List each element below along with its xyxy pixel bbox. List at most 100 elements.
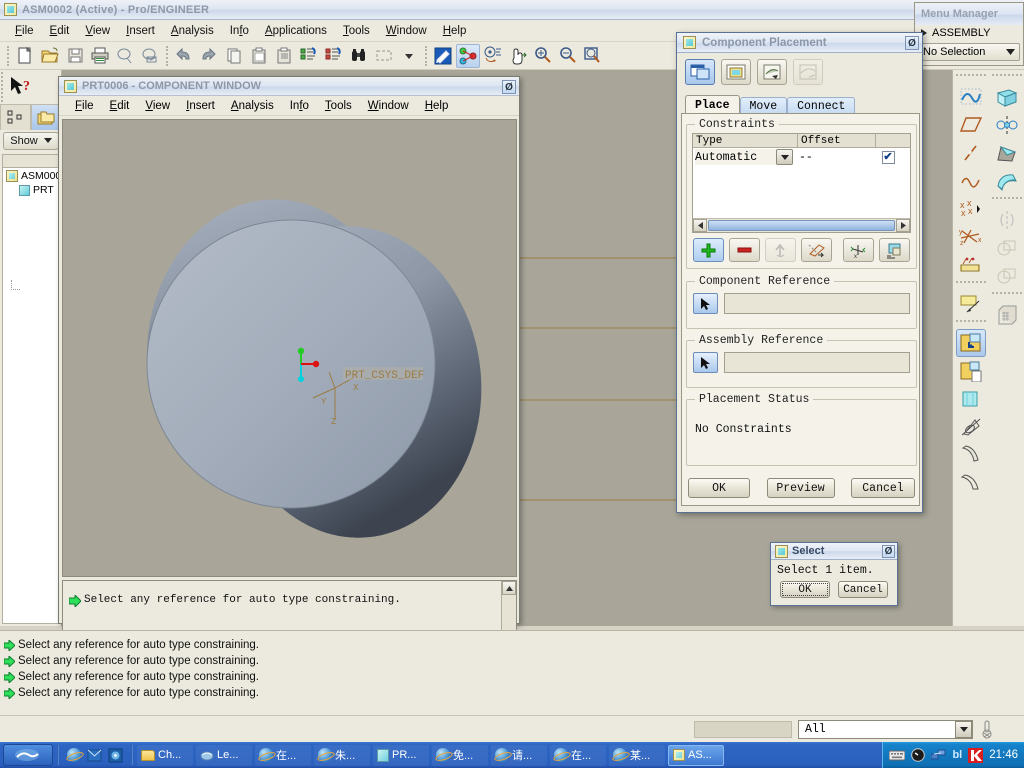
task-button[interactable]: 请... (491, 744, 547, 766)
datum-spline-button[interactable] (956, 167, 986, 195)
sidebar-item-model-tree[interactable] (0, 104, 31, 130)
task-button[interactable]: 在... (255, 744, 311, 766)
menu-insert[interactable]: Insert (118, 23, 163, 39)
revolve-button[interactable] (956, 413, 986, 441)
datum-plane-button[interactable] (956, 111, 986, 139)
datum-graph-button[interactable] (956, 251, 986, 279)
new-file-button[interactable] (13, 44, 37, 68)
datum-points-button[interactable]: xxxx (956, 195, 986, 223)
menu-manager-item-assembly[interactable]: ASSEMBLY (915, 25, 1023, 41)
cw-menu-help[interactable]: Help (417, 99, 457, 113)
toolbar-grip-2[interactable] (956, 281, 986, 288)
toolbar-grip-4[interactable] (992, 74, 1022, 81)
shell-button[interactable] (992, 83, 1022, 111)
sidebar-grip[interactable] (1, 72, 4, 102)
cw-menu-insert[interactable]: Insert (178, 99, 223, 113)
spin-center-button[interactable] (481, 44, 505, 68)
task-button[interactable]: 免... (432, 744, 488, 766)
regenerate-button[interactable] (297, 44, 321, 68)
menu-view[interactable]: View (77, 23, 118, 39)
blend-button[interactable] (956, 469, 986, 497)
task-button[interactable]: 某... (609, 744, 665, 766)
marquee-dropdown-button[interactable] (397, 44, 421, 68)
copy-button[interactable] (222, 44, 246, 68)
draft-button[interactable] (992, 139, 1022, 167)
toolbar-grip-5[interactable] (992, 197, 1022, 204)
menu-help[interactable]: Help (435, 23, 475, 39)
extrude-button[interactable] (956, 385, 986, 413)
sweep-button[interactable] (956, 441, 986, 469)
table-row[interactable]: Automatic -- ✔ (693, 148, 910, 166)
component-3d-view[interactable]: Y Z X PRT_CSYS_DEF (62, 119, 517, 577)
mail-attach-button[interactable] (138, 44, 162, 68)
mail-button[interactable] (113, 44, 137, 68)
show-button[interactable]: Show (3, 132, 59, 150)
grid-pattern-button[interactable] (992, 301, 1022, 329)
assembly-reference-field[interactable] (724, 352, 910, 373)
task-button[interactable]: 在... (550, 744, 606, 766)
repaint-button[interactable] (431, 44, 455, 68)
tree-item-assembly[interactable]: ASM000 (3, 168, 59, 182)
selection-filter-combo[interactable]: All (798, 719, 973, 739)
scroll-left-button[interactable] (693, 219, 707, 232)
pan-hand-button[interactable] (506, 44, 530, 68)
coord-sys-button[interactable]: x (843, 238, 874, 262)
datum-csys-button[interactable]: yz x (956, 223, 986, 251)
zoom-in-button[interactable] (531, 44, 555, 68)
round-clock-icon[interactable] (911, 748, 926, 762)
sketch-plane-button[interactable] (956, 290, 986, 318)
menu-file[interactable]: File (7, 23, 42, 39)
mirror-button[interactable] (992, 111, 1022, 139)
cw-menu-window[interactable]: Window (360, 99, 417, 113)
assembly-window-button[interactable] (721, 59, 751, 85)
keyboard-icon[interactable] (889, 750, 906, 761)
paste-special-button[interactable] (272, 44, 296, 68)
cw-menu-info[interactable]: Info (282, 99, 317, 113)
task-button-active[interactable]: AS... (668, 744, 724, 766)
cw-menu-tools[interactable]: Tools (317, 99, 360, 113)
message-log[interactable]: Select any reference for auto type const… (0, 630, 1024, 715)
network-icon[interactable] (931, 748, 946, 762)
datum-curve-button[interactable] (956, 83, 986, 111)
save-file-button[interactable] (63, 44, 87, 68)
close-icon[interactable]: Ø (882, 545, 895, 558)
placement-panel-button[interactable] (879, 238, 910, 262)
flip-constraint-button[interactable] (765, 238, 796, 262)
model-tree[interactable]: ASM000 PRT (2, 168, 60, 624)
open-file-button[interactable] (38, 44, 62, 68)
preview-button[interactable]: Preview (766, 478, 835, 498)
hide-component-button[interactable] (793, 59, 823, 85)
media-icon[interactable] (108, 748, 123, 763)
undo-button[interactable] (172, 44, 196, 68)
menu-applications[interactable]: Applications (257, 23, 335, 39)
toolbar-grip[interactable] (956, 74, 986, 81)
separate-window-button[interactable] (685, 59, 715, 85)
component-reference-picker[interactable] (693, 293, 718, 314)
toolbar-grip-6[interactable] (992, 292, 1022, 299)
menu-analysis[interactable]: Analysis (163, 23, 222, 39)
tab-place[interactable]: Place (685, 95, 740, 115)
task-button[interactable]: PR... (373, 744, 429, 766)
marquee-select-button[interactable] (372, 44, 396, 68)
task-button[interactable]: Ch... (137, 744, 193, 766)
close-icon[interactable]: Ø (502, 80, 516, 94)
assemble-component-button[interactable] (956, 329, 986, 357)
assembly-reference-picker[interactable] (693, 352, 718, 373)
ok-button[interactable]: OK (688, 478, 750, 498)
cancel-button[interactable]: Cancel (851, 478, 915, 498)
task-button[interactable]: Le... (196, 744, 252, 766)
component-reference-field[interactable] (724, 293, 910, 314)
datum-display-button[interactable] (456, 43, 480, 68)
close-icon[interactable]: Ø (905, 36, 919, 50)
mirror-tool-button[interactable] (992, 206, 1022, 234)
round-button[interactable] (992, 167, 1022, 195)
reorient-constraint-button[interactable] (801, 238, 832, 262)
ie-icon[interactable] (67, 748, 81, 762)
chevron-down-icon[interactable] (955, 720, 972, 738)
constraint-type-combo[interactable]: Automatic (695, 149, 793, 165)
paste-button[interactable] (247, 44, 271, 68)
find-button[interactable] (347, 44, 371, 68)
kaspersky-icon[interactable] (968, 747, 984, 763)
select-ok-button[interactable]: OK (780, 581, 830, 598)
select-cancel-button[interactable]: Cancel (838, 581, 888, 598)
